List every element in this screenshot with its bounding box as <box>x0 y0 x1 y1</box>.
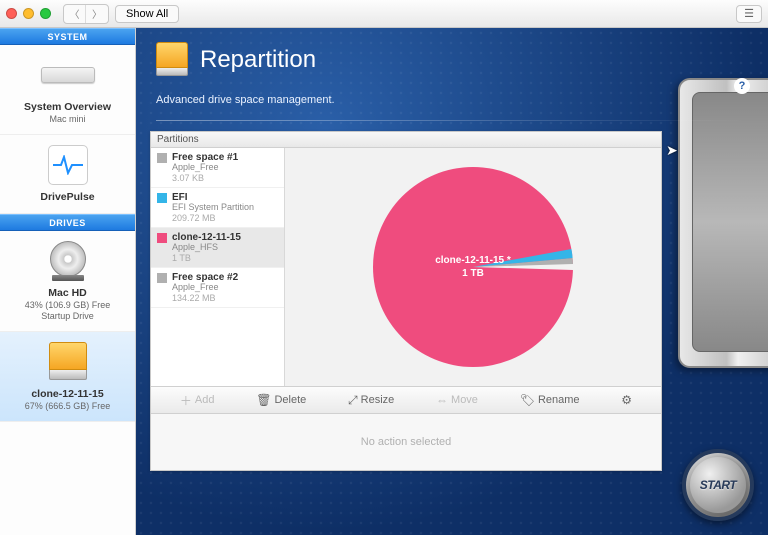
show-all-button[interactable]: Show All <box>115 5 179 23</box>
partition-size: 209.72 MB <box>172 213 254 223</box>
page-subtitle: Advanced drive space management. <box>156 94 748 106</box>
partition-type: Apple_Free <box>172 163 238 173</box>
move-button[interactable]: ⇔Move <box>436 393 478 407</box>
action-bar: ＋Add 🗑Delete ⤢Resize ⇔Move 🏷Rename ⚙ <box>151 386 661 414</box>
window-toolbar: 〈 〉 Show All ☰ <box>0 0 768 28</box>
forward-button[interactable]: 〉 <box>86 5 108 23</box>
back-button[interactable]: 〈 <box>64 5 86 23</box>
minimize-window-button[interactable] <box>23 8 34 19</box>
partition-item[interactable]: clone-12-11-15 Apple_HFS 1 TB <box>151 228 284 268</box>
resize-button[interactable]: ⤢Resize <box>348 393 394 408</box>
header-divider <box>156 120 748 121</box>
start-button-label: START <box>690 457 746 513</box>
tag-icon: 🏷 <box>520 393 535 407</box>
partition-item[interactable]: Free space #2 Apple_Free 134.22 MB <box>151 268 284 308</box>
status-area: No action selected <box>151 414 661 470</box>
internal-drive-icon <box>50 241 86 281</box>
sidebar-item-sub: 67% (666.5 GB) Free <box>4 401 131 411</box>
sidebar-item-sub: Mac mini <box>4 114 131 124</box>
partition-size: 134.22 MB <box>172 293 238 303</box>
partition-item[interactable]: EFI EFI System Partition 209.72 MB <box>151 188 284 228</box>
settings-button[interactable]: ⚙ <box>621 393 632 407</box>
partition-panel: Partitions Free space #1 Apple_Free 3.07… <box>150 131 662 471</box>
sidebar-item-drive-machd[interactable]: Mac HD 43% (106.9 GB) Free Startup Drive <box>0 231 135 332</box>
sidebar-section-system: SYSTEM <box>0 28 135 45</box>
gear-icon: ⚙ <box>621 393 632 407</box>
mac-mini-icon <box>41 67 95 83</box>
move-icon: ⇔ <box>436 393 448 407</box>
sidebar-item-label: DrivePulse <box>4 191 131 203</box>
partition-swatch-icon <box>157 193 167 203</box>
partition-swatch-icon <box>157 233 167 243</box>
plus-icon: ＋ <box>180 392 192 409</box>
close-window-button[interactable] <box>6 8 17 19</box>
sidebar-item-label: clone-12-11-15 <box>4 388 131 400</box>
add-button[interactable]: ＋Add <box>180 392 215 409</box>
partition-type: Apple_HFS <box>172 243 241 253</box>
resize-icon: ⤢ <box>348 393 358 408</box>
external-drive-icon <box>49 342 87 382</box>
pie-center-label: clone-12-11-15 * 1 TB <box>435 254 511 280</box>
help-icon[interactable]: ? <box>734 78 750 94</box>
partition-pie-chart[interactable]: clone-12-11-15 * 1 TB <box>285 148 661 386</box>
partitions-header: Partitions <box>151 132 661 148</box>
page-title: Repartition <box>200 46 316 74</box>
list-view-button[interactable]: ☰ <box>736 5 762 23</box>
partition-type: EFI System Partition <box>172 203 254 213</box>
sidebar-item-drive-clone[interactable]: clone-12-11-15 67% (666.5 GB) Free <box>0 332 135 422</box>
sidebar-section-drives: DRIVES <box>0 214 135 231</box>
start-button[interactable]: START <box>682 449 754 521</box>
rename-button[interactable]: 🏷Rename <box>520 393 580 407</box>
sidebar-item-label: System Overview <box>4 101 131 113</box>
partition-swatch-icon <box>157 153 167 163</box>
nav-buttons: 〈 〉 <box>63 4 109 24</box>
sidebar-item-sub2: Startup Drive <box>4 311 131 321</box>
partition-swatch-icon <box>157 273 167 283</box>
page-header: Repartition ? Advanced drive space manag… <box>136 28 768 114</box>
delete-button[interactable]: 🗑Delete <box>256 393 306 407</box>
drivepulse-icon <box>48 145 88 185</box>
trash-icon: 🗑 <box>256 393 271 407</box>
traffic-lights <box>6 8 51 19</box>
sidebar-item-sub: 43% (106.9 GB) Free <box>4 300 131 310</box>
sidebar: SYSTEM System Overview Mac mini DrivePul… <box>0 28 136 535</box>
partition-size: 1 TB <box>172 253 241 263</box>
main-content: ➤ Repartition ? Advanced drive space man… <box>136 28 768 535</box>
zoom-window-button[interactable] <box>40 8 51 19</box>
status-text: No action selected <box>361 436 452 448</box>
sidebar-item-drivepulse[interactable]: DrivePulse <box>0 135 135 214</box>
sidebar-item-label: Mac HD <box>4 287 131 299</box>
partition-item[interactable]: Free space #1 Apple_Free 3.07 KB <box>151 148 284 188</box>
partition-size: 3.07 KB <box>172 173 238 183</box>
repartition-icon <box>156 42 188 78</box>
partition-list: Free space #1 Apple_Free 3.07 KB EFI EFI… <box>151 148 285 386</box>
sidebar-item-system-overview[interactable]: System Overview Mac mini <box>0 45 135 135</box>
partition-type: Apple_Free <box>172 283 238 293</box>
drive-illustration <box>678 78 768 378</box>
